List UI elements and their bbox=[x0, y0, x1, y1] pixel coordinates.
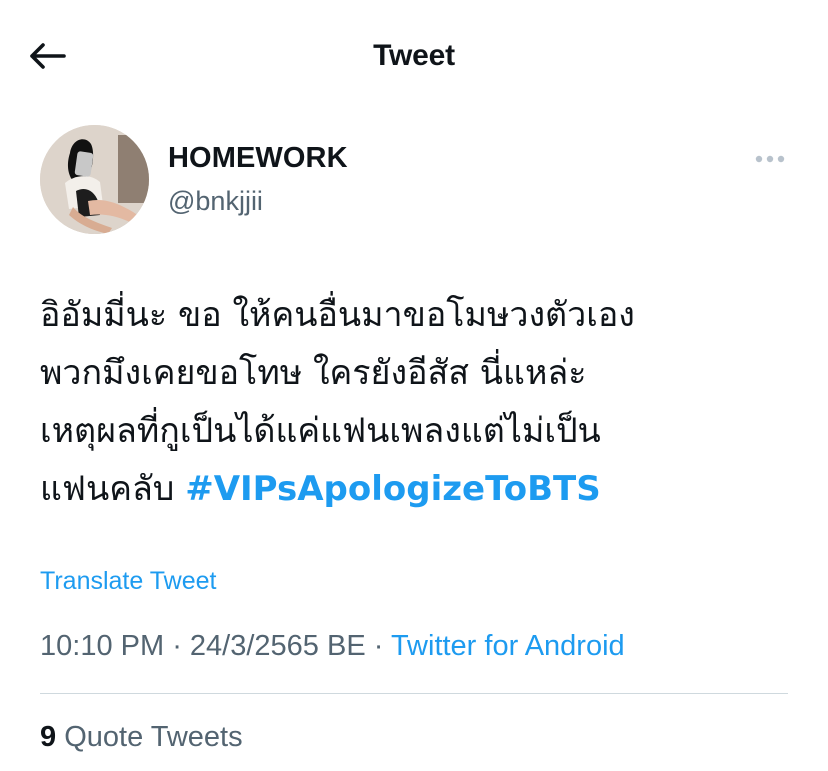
meta-separator: · bbox=[365, 630, 391, 662]
tweet-line-text: แฟนคลับ bbox=[40, 469, 186, 509]
tweet-line: อิอัมมี่นะ ขอ ให้คนอื่นมาขอโมษวงตัวเอง bbox=[40, 295, 635, 335]
quote-count: 9 bbox=[40, 721, 57, 753]
avatar-image bbox=[40, 125, 149, 234]
tweet-time: 10:10 PM bbox=[40, 630, 165, 662]
display-name[interactable]: HOMEWORK bbox=[168, 140, 348, 176]
more-options-button[interactable] bbox=[752, 147, 788, 171]
hashtag-link[interactable]: #VIPsApologizeToBTS bbox=[185, 469, 601, 509]
tweet-source-link[interactable]: Twitter for Android bbox=[391, 630, 625, 662]
divider bbox=[40, 693, 788, 694]
more-horizontal-icon bbox=[755, 155, 785, 163]
tweet-text: อิอัมมี่นะ ขอ ให้คนอื่นมาขอโมษวงตัวเอง พ… bbox=[40, 286, 800, 518]
user-handle[interactable]: @bnkjjii bbox=[168, 184, 263, 218]
meta-separator: · bbox=[164, 630, 190, 662]
tweet-meta: 10:10 PM · 24/3/2565 BE · Twitter for An… bbox=[40, 627, 625, 665]
tweet-line: เหตุผลที่กูเป็นได้แค่แฟนเพลงแต่ไม่เป็น bbox=[40, 411, 601, 451]
tweet-detail-screen: Tweet HOMEWORK @bnkjjii อิอัมมี่นะ ขอ ให… bbox=[0, 0, 828, 771]
translate-tweet-link[interactable]: Translate Tweet bbox=[40, 565, 216, 597]
quote-label: Quote Tweets bbox=[56, 721, 243, 753]
quote-tweets-stat[interactable]: 9 Quote Tweets bbox=[40, 719, 243, 755]
page-title: Tweet bbox=[373, 39, 455, 72]
tweet-date: 24/3/2565 BE bbox=[189, 630, 366, 662]
avatar[interactable] bbox=[40, 125, 149, 234]
tweet-last-line: แฟนคลับ #VIPsApologizeToBTS bbox=[40, 460, 800, 518]
tweet-line: พวกมึงเคยขอโทษ ใครยังอีสัส นี่แหล่ะ bbox=[40, 353, 587, 393]
